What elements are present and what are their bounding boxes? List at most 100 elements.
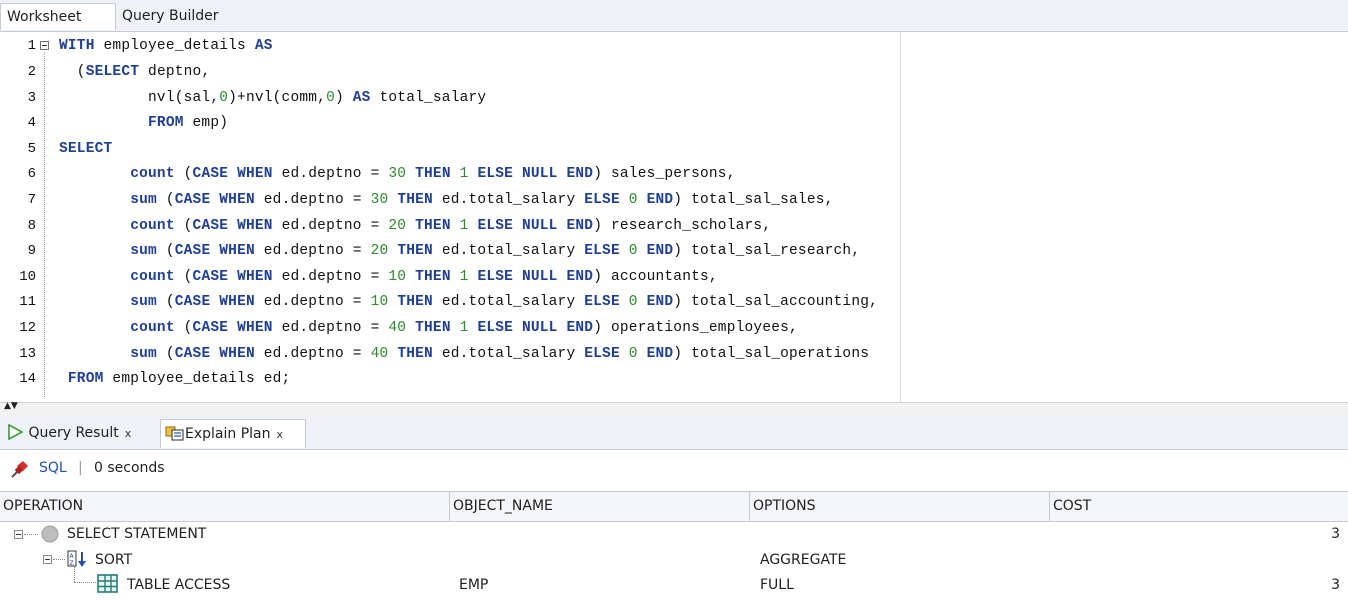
tab-worksheet[interactable]: Worksheet xyxy=(0,3,116,30)
sql-link[interactable]: SQL xyxy=(39,460,67,476)
code-text: employee_details xyxy=(94,38,255,54)
sql-editor[interactable]: 1 2 3 4 5 6 7 8 9 10 11 12 13 14 WITH em… xyxy=(0,32,1348,402)
sql-keyword: WITH xyxy=(59,38,95,54)
collapse-icon[interactable] xyxy=(14,530,23,539)
execution-time: 0 seconds xyxy=(94,460,165,476)
panel-splitter[interactable]: ▲▼ xyxy=(0,402,1348,416)
sql-keyword: END xyxy=(646,192,674,208)
code-line[interactable]: FROM emp) xyxy=(59,115,228,131)
table-row[interactable]: TABLE ACCESS EMP FULL 3 xyxy=(0,566,1348,598)
sql-number: 1 xyxy=(459,166,469,182)
code-text: ed.deptno = xyxy=(254,294,371,310)
sql-keyword: count xyxy=(130,320,175,336)
tab-explain-plan-label: Explain Plan xyxy=(185,426,271,442)
worksheet-tab-bar: Worksheet Query Builder xyxy=(0,0,1348,32)
sql-keyword: END xyxy=(566,320,594,336)
svg-text:Z: Z xyxy=(70,560,74,567)
sql-keyword: CASE xyxy=(174,346,211,362)
code-text: ed.total_salary xyxy=(432,243,585,259)
code-text: ed.deptno = xyxy=(254,346,371,362)
code-text: ) sales_persons, xyxy=(593,166,736,182)
column-header-operation[interactable]: OPERATION xyxy=(0,492,450,521)
code-text: ed.total_salary xyxy=(432,192,585,208)
code-line[interactable]: count (CASE WHEN ed.deptno = 30 THEN 1 E… xyxy=(59,166,736,182)
sql-keyword: NULL xyxy=(521,218,558,234)
sql-number: 20 xyxy=(388,218,407,234)
code-line[interactable]: WITH employee_details AS xyxy=(59,38,273,54)
collapse-icon[interactable] xyxy=(40,41,49,50)
sql-keyword: THEN xyxy=(397,192,433,208)
code-text: total_salary xyxy=(370,90,487,106)
sql-keyword: NULL xyxy=(521,269,558,285)
code-text: emp) xyxy=(183,115,229,131)
code-text: ) xyxy=(334,90,353,106)
tab-query-result[interactable]: Query Result x xyxy=(2,419,158,448)
column-header-options[interactable]: OPTIONS xyxy=(750,492,1050,521)
sql-keyword: sum xyxy=(130,192,157,208)
sql-keyword: END xyxy=(566,269,594,285)
line-number: 2 xyxy=(27,64,36,80)
sql-keyword: WHEN xyxy=(219,243,255,259)
sql-keyword: ELSE xyxy=(584,294,620,310)
line-number: 1 xyxy=(27,38,36,54)
code-line[interactable]: FROM employee_details ed; xyxy=(59,371,290,387)
code-line[interactable]: nvl(sal,0)+nvl(comm,0) AS total_salary xyxy=(59,90,486,106)
sql-keyword: THEN xyxy=(415,218,451,234)
sql-number: 0 xyxy=(628,346,638,362)
sql-number: 40 xyxy=(370,346,389,362)
sql-number: 1 xyxy=(459,269,469,285)
tab-query-builder[interactable]: Query Builder xyxy=(116,3,236,30)
collapse-icon[interactable] xyxy=(43,555,52,564)
pin-icon[interactable] xyxy=(9,458,31,480)
sql-keyword: NULL xyxy=(521,320,558,336)
column-header-cost[interactable]: COST xyxy=(1050,492,1348,521)
code-line[interactable]: count (CASE WHEN ed.deptno = 40 THEN 1 E… xyxy=(59,320,798,336)
code-line[interactable]: sum (CASE WHEN ed.deptno = 20 THEN ed.to… xyxy=(59,243,860,259)
code-line[interactable]: count (CASE WHEN ed.deptno = 10 THEN 1 E… xyxy=(59,269,718,285)
tree-connector xyxy=(24,534,38,535)
table-row[interactable]: SELECT STATEMENT 3 xyxy=(0,521,1348,547)
line-number: 14 xyxy=(19,371,36,387)
explain-plan-icon xyxy=(165,426,184,440)
code-line[interactable]: count (CASE WHEN ed.deptno = 20 THEN 1 E… xyxy=(59,218,771,234)
table-row[interactable]: A Z SORT AGGREGATE xyxy=(0,547,1348,573)
sql-keyword: count xyxy=(130,218,175,234)
tree-connector xyxy=(74,566,75,582)
line-number: 3 xyxy=(27,90,36,106)
code-line[interactable]: SELECT xyxy=(59,141,112,157)
tab-explain-plan[interactable]: Explain Plan x xyxy=(160,419,306,448)
expand-collapse-arrows-icon[interactable]: ▲▼ xyxy=(4,402,18,411)
sql-keyword: ELSE xyxy=(477,166,514,182)
column-header-object-name[interactable]: OBJECT_NAME xyxy=(450,492,750,521)
object-name-cell: EMP xyxy=(459,577,489,593)
code-line[interactable]: sum (CASE WHEN ed.deptno = 10 THEN ed.to… xyxy=(59,294,878,310)
sql-keyword: CASE xyxy=(174,294,211,310)
close-icon[interactable]: x xyxy=(125,427,132,440)
code-line[interactable]: sum (CASE WHEN ed.deptno = 40 THEN ed.to… xyxy=(59,346,869,362)
sql-keyword: ELSE xyxy=(584,192,620,208)
tab-query-builder-label: Query Builder xyxy=(122,8,219,24)
sql-number: 40 xyxy=(388,320,407,336)
line-number: 12 xyxy=(19,320,36,336)
sql-keyword: THEN xyxy=(415,320,451,336)
close-icon[interactable]: x xyxy=(276,428,283,441)
sql-keyword: CASE xyxy=(192,320,229,336)
code-line[interactable]: (SELECT deptno, xyxy=(59,64,210,80)
code-line[interactable]: sum (CASE WHEN ed.deptno = 30 THEN ed.to… xyxy=(59,192,834,208)
